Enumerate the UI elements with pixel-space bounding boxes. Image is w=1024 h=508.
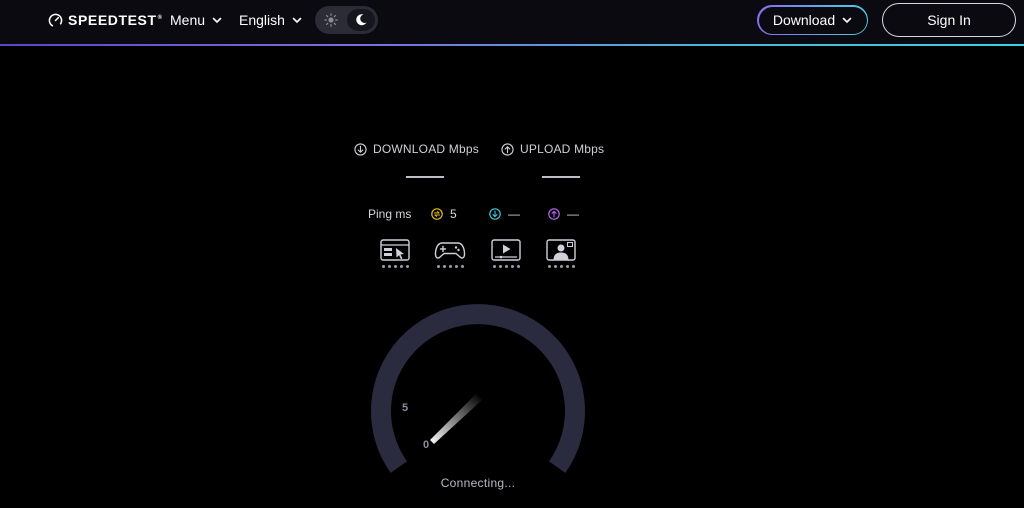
download-arrow-icon bbox=[354, 142, 367, 156]
idle-ping: 5 bbox=[431, 207, 457, 221]
rating-dots bbox=[382, 265, 409, 268]
download-metric-header: DOWNLOAD Mbps bbox=[354, 142, 479, 156]
upload-arrow-icon bbox=[501, 142, 514, 156]
gauge-needle bbox=[430, 394, 482, 444]
upload-metric-header: UPLOAD Mbps bbox=[501, 142, 604, 156]
header-gradient-line bbox=[0, 44, 1024, 46]
rating-dots bbox=[493, 265, 520, 268]
download-ping-icon bbox=[489, 208, 501, 220]
speedtest-logo[interactable]: SPEEDTEST® bbox=[48, 11, 163, 29]
browsing-rating[interactable] bbox=[379, 238, 411, 272]
speedometer-logo-icon bbox=[48, 13, 63, 27]
idle-ping-icon bbox=[431, 208, 443, 220]
download-ping-value: — bbox=[508, 207, 520, 221]
video-call-icon bbox=[546, 239, 576, 261]
rating-dots bbox=[437, 265, 464, 268]
upload-ping: — bbox=[548, 207, 579, 221]
web-browsing-icon bbox=[380, 239, 410, 261]
download-app-button[interactable]: Download bbox=[757, 5, 868, 35]
logo-text: SPEEDTEST® bbox=[68, 12, 163, 28]
language-label: English bbox=[239, 12, 285, 28]
upload-value-placeholder bbox=[542, 176, 580, 178]
moon-icon bbox=[356, 14, 367, 26]
menu-button[interactable]: Menu bbox=[170, 12, 222, 28]
sign-in-button[interactable]: Sign In bbox=[882, 3, 1016, 37]
rating-dots bbox=[548, 265, 575, 268]
chevron-down-icon bbox=[842, 17, 852, 23]
idle-ping-value: 5 bbox=[450, 207, 457, 221]
gauge-track bbox=[371, 304, 585, 473]
download-button-label: Download bbox=[772, 12, 836, 28]
streaming-rating[interactable] bbox=[490, 238, 522, 272]
theme-toggle[interactable] bbox=[315, 6, 378, 34]
video-streaming-icon bbox=[491, 239, 521, 261]
language-selector[interactable]: English bbox=[239, 12, 302, 28]
upload-ping-icon bbox=[548, 208, 560, 220]
gamepad-icon bbox=[434, 242, 466, 259]
menu-label: Menu bbox=[170, 12, 206, 28]
download-value-placeholder bbox=[406, 176, 444, 178]
download-ping: — bbox=[489, 207, 520, 221]
sign-in-label: Sign In bbox=[927, 12, 971, 28]
upload-metric-label: UPLOAD Mbps bbox=[520, 142, 605, 156]
connection-status: Connecting... bbox=[440, 476, 516, 490]
sun-icon bbox=[324, 13, 338, 27]
gaming-rating[interactable] bbox=[434, 238, 466, 272]
gauge-tick-0: 0 bbox=[423, 439, 429, 451]
gauge-tick-5: 5 bbox=[402, 402, 408, 414]
chevron-down-icon bbox=[212, 17, 222, 23]
ping-label: Ping ms bbox=[368, 207, 412, 221]
video-call-rating[interactable] bbox=[545, 238, 577, 272]
upload-ping-value: — bbox=[567, 207, 579, 221]
chevron-down-icon bbox=[292, 17, 302, 23]
download-metric-label: DOWNLOAD Mbps bbox=[373, 142, 479, 156]
